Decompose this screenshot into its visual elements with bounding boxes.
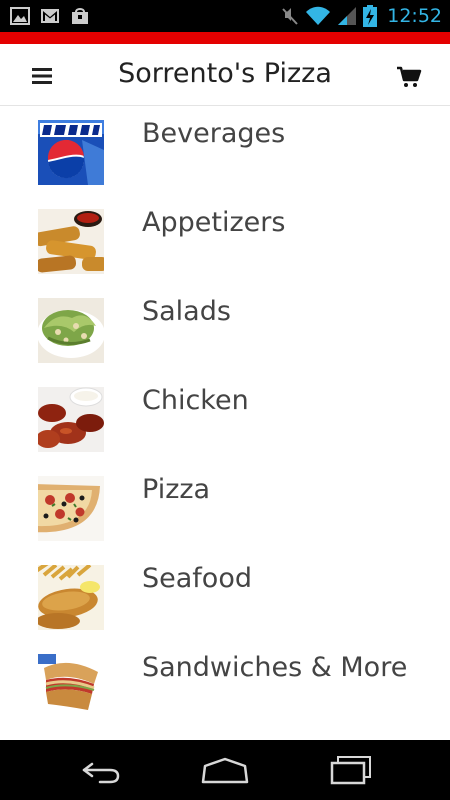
home-icon[interactable] (195, 754, 255, 786)
category-row-salads[interactable]: Salads (0, 284, 450, 373)
battery-charging-icon (363, 5, 378, 27)
category-label: Beverages (142, 118, 286, 149)
category-label: Chicken (142, 385, 249, 416)
cart-icon[interactable] (396, 66, 422, 88)
gallery-icon (10, 7, 30, 25)
category-row-chicken[interactable]: Chicken (0, 373, 450, 462)
mozzarella-sticks-image (38, 209, 104, 274)
navigation-bar (0, 740, 450, 800)
app-bar: Sorrento's Pizza (0, 44, 450, 106)
caesar-salad-image (38, 298, 104, 363)
category-label: Appetizers (142, 207, 286, 238)
category-label: Pizza (142, 474, 211, 505)
recent-apps-icon[interactable] (322, 754, 382, 786)
category-label: Salads (142, 296, 231, 327)
pizza-image (38, 476, 104, 541)
status-bar: 12:52 (0, 0, 450, 32)
category-row-beverages[interactable]: Beverages (0, 106, 450, 195)
sub-sandwich-image (38, 654, 104, 719)
wifi-icon (306, 6, 331, 25)
page-title: Sorrento's Pizza (118, 58, 332, 89)
fried-fish-image (38, 565, 104, 630)
category-row-pizza[interactable]: Pizza (0, 462, 450, 551)
mute-icon (282, 8, 298, 25)
back-icon[interactable] (70, 754, 130, 786)
category-row-sandwiches[interactable]: Sandwiches & More (0, 640, 450, 729)
category-row-seafood[interactable]: Seafood (0, 551, 450, 640)
category-label: Sandwiches & More (142, 652, 408, 683)
signal-icon (338, 7, 357, 25)
shopping-bag-icon (72, 8, 88, 24)
gmail-icon (41, 9, 59, 23)
category-row-appetizers[interactable]: Appetizers (0, 195, 450, 284)
notification-icons (10, 6, 90, 26)
clock: 12:52 (387, 5, 442, 27)
system-icons: 12:52 (281, 4, 442, 28)
category-label: Seafood (142, 563, 252, 594)
pepsi-image (38, 120, 104, 185)
chicken-wings-image (38, 387, 104, 452)
accent-bar (0, 32, 450, 44)
